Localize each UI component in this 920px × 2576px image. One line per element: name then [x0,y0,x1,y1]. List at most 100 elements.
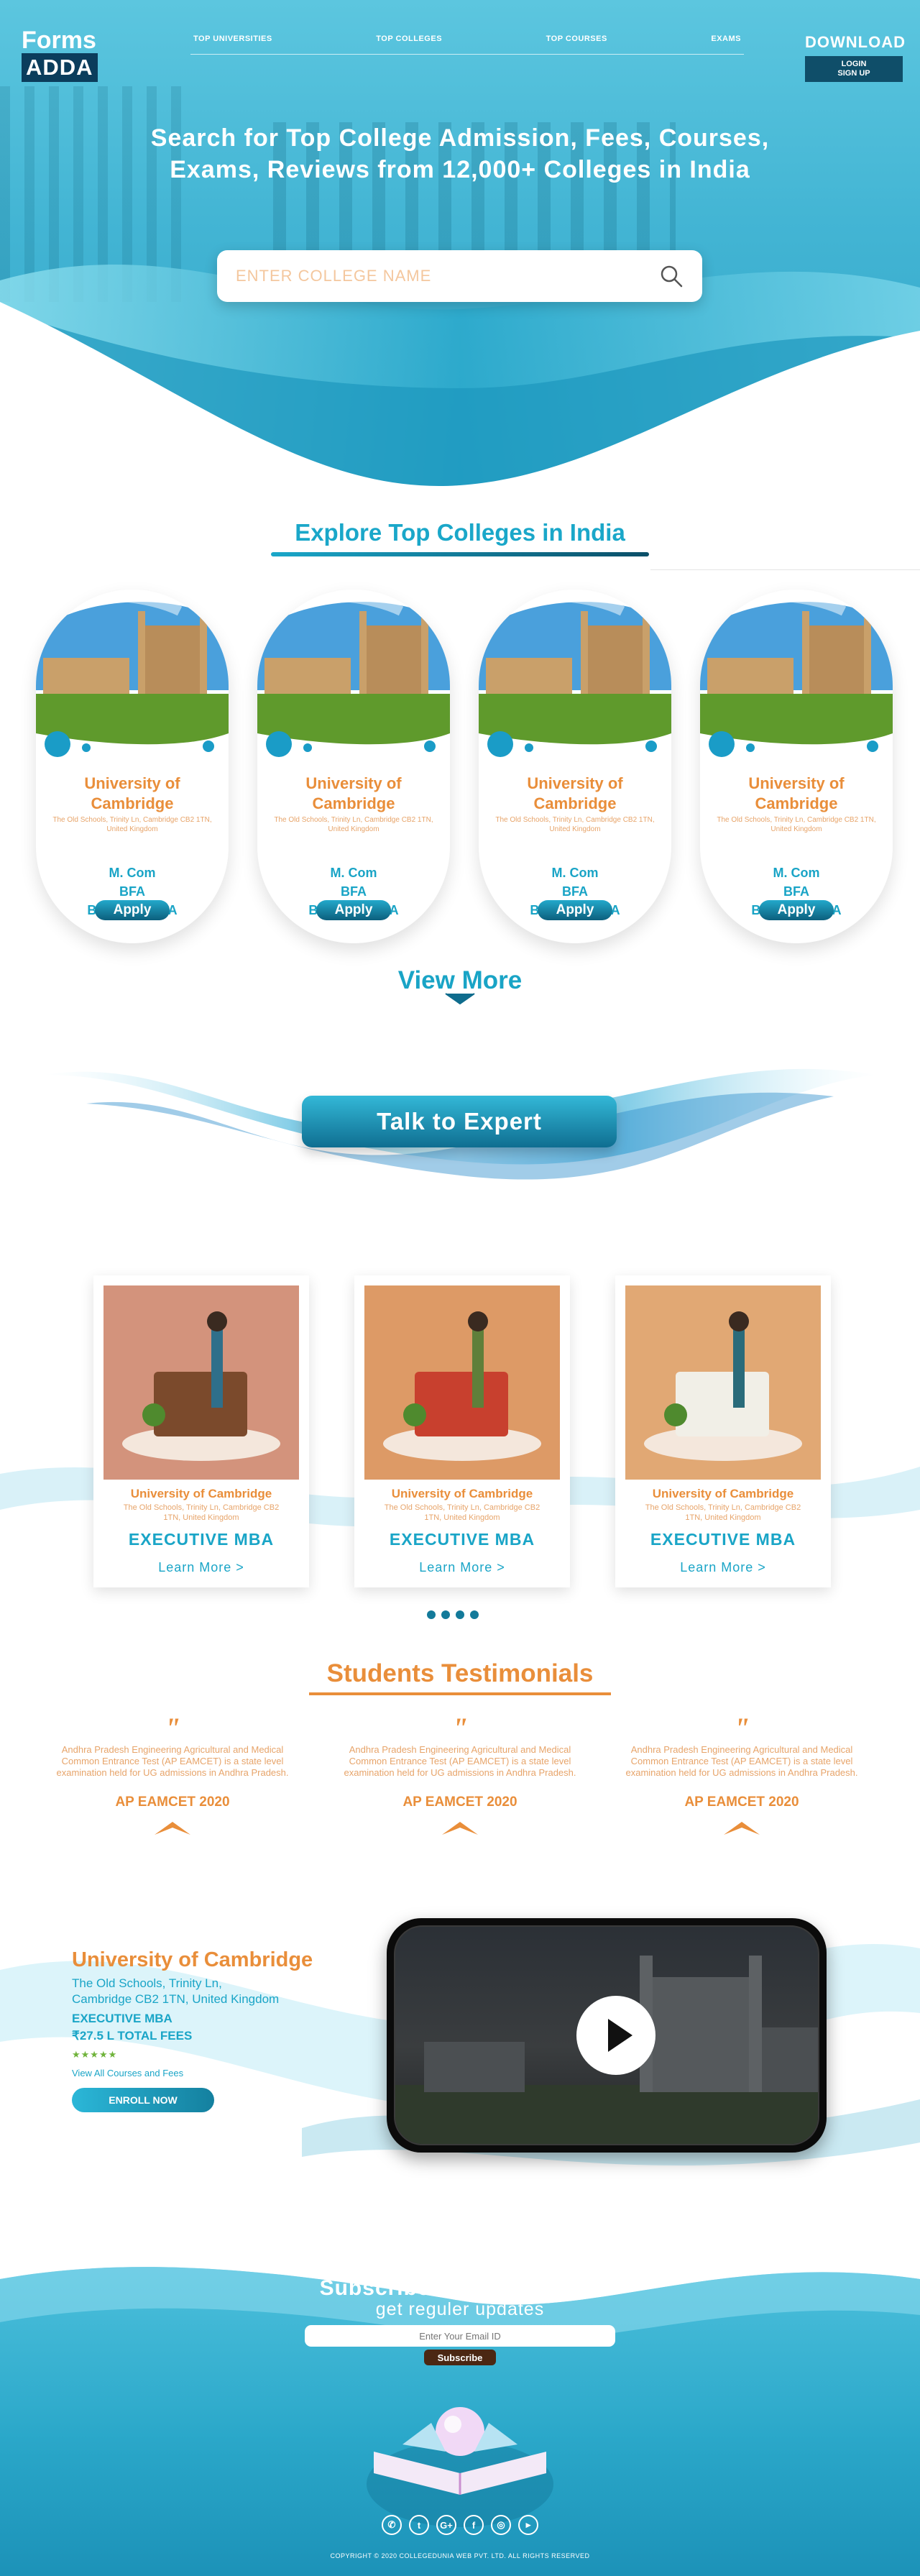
college-card-course[interactable]: BFA [257,884,450,899]
program-card[interactable]: University of Cambridge The Old Schools,… [93,1275,309,1587]
view-all-courses-link[interactable]: View All Courses and Fees [72,2068,183,2078]
testimonial-item: " Andhra Pradesh Engineering Agricultura… [43,1714,302,1840]
hero-title: Search for Top College Admission, Fees, … [0,122,920,185]
college-search-input[interactable] [236,267,659,285]
college-card[interactable]: University of Cambridge The Old Schools, … [36,590,229,943]
college-card[interactable]: University of Cambridge The Old Schools, … [479,590,671,943]
college-card-address: The Old Schools, Trinity Ln, Cambridge C… [52,816,212,833]
hero-title-line1: Search for Top College Admission, Fees, … [150,124,770,152]
apply-button[interactable]: Apply [316,900,391,920]
program-card[interactable]: University of Cambridge The Old Schools,… [615,1275,831,1587]
pagination-dot-3[interactable] [456,1610,464,1619]
quote-icon: " [164,1712,181,1744]
college-card-course[interactable]: M. Com [36,866,229,881]
testimonial-chevron[interactable] [331,1819,589,1840]
search-icon[interactable] [659,264,684,288]
newsletter-email-input[interactable] [305,2325,615,2347]
nav-top-colleges[interactable]: TOP COLLEGES [376,35,442,54]
college-card-title: University of Cambridge [305,774,402,812]
featured-program: EXECUTIVE MBA [72,2012,172,2025]
college-card[interactable]: University of Cambridge The Old Schools, … [700,590,893,943]
college-photo [257,590,450,762]
apply-button[interactable]: Apply [95,900,170,920]
facebook-icon[interactable]: f [464,2515,484,2535]
view-more-label: View More [397,966,523,994]
pagination-dot-2[interactable] [441,1610,450,1619]
featured-address-line2: Cambridge CB2 1TN, United Kingdom [72,1992,280,2006]
carousel-pagination [427,1610,479,1619]
college-card-course[interactable]: BFA [36,884,229,899]
featured-college-name: University of Cambridge [72,1948,313,1971]
featured-rating-stars: ★★★★★ [72,2049,118,2060]
apply-button[interactable]: Apply [759,900,834,920]
testimonial-name: AP EAMCET 2020 [115,1795,230,1810]
chevron-up-icon [442,1822,478,1835]
program-illustration [104,1285,299,1480]
logo[interactable]: Forms ADDA [22,27,122,82]
program-card[interactable]: University of Cambridge The Old Schools,… [354,1275,570,1587]
college-card-course[interactable]: M. Com [257,866,450,881]
subscribe-button[interactable]: Subscribe [424,2350,496,2365]
program-illustration [364,1285,560,1480]
logo-adda: ADDA [22,53,98,82]
program-card-title: University of Cambridge [391,1487,533,1500]
whatsapp-icon[interactable]: ✆ [382,2515,402,2535]
youtube-icon[interactable]: ▸ [518,2515,538,2535]
learn-more-link[interactable]: Learn More > [93,1560,309,1575]
video-thumbnail [394,1925,819,2145]
college-card-title: University of Cambridge [527,774,623,812]
nav-top-courses[interactable]: TOP COURSES [546,35,607,54]
college-card-course[interactable]: M. Com [700,866,893,881]
chevron-up-icon [155,1822,190,1835]
program-card-address: The Old Schools, Trinity Ln, Cambridge C… [123,1503,280,1522]
logo-forms: Forms [22,27,96,54]
program-card-program: EXECUTIVE MBA [128,1530,275,1549]
explore-underline [271,552,649,556]
college-photo [36,590,229,762]
login-link[interactable]: LOGIN [842,60,867,69]
testimonial-chevron[interactable] [43,1819,302,1840]
testimonial-name: AP EAMCET 2020 [684,1795,799,1810]
signup-link[interactable]: SIGN UP [837,69,870,78]
google-plus-icon[interactable]: G+ [436,2515,456,2535]
enroll-now-button[interactable]: ENROLL NOW [72,2088,214,2112]
play-button[interactable] [576,1996,656,2075]
video-player[interactable] [387,1918,827,2153]
auth-box: LOGIN SIGN UP [805,56,903,82]
book-illustration [367,2407,553,2527]
learn-more-link[interactable]: Learn More > [354,1560,570,1575]
college-card[interactable]: University of Cambridge The Old Schools, … [257,590,450,943]
explore-divider [650,569,920,570]
chevron-up-icon [724,1822,760,1835]
testimonial-item: " Andhra Pradesh Engineering Agricultura… [612,1714,871,1840]
college-search-bar [217,250,702,302]
testimonial-chevron[interactable] [612,1819,871,1840]
view-more-link[interactable]: View More [0,966,920,1005]
college-card-address: The Old Schools, Trinity Ln, Cambridge C… [495,816,655,833]
apply-button[interactable]: Apply [538,900,612,920]
twitter-icon[interactable]: t [409,2515,429,2535]
nav-top-universities[interactable]: TOP UNIVERSITIES [193,35,272,54]
pagination-dot-4[interactable] [470,1610,479,1619]
quote-icon: " [733,1712,750,1744]
play-icon [608,2019,632,2052]
pagination-dot-1[interactable] [427,1610,436,1619]
testimonial-item: " Andhra Pradesh Engineering Agricultura… [331,1714,589,1840]
program-card-program: EXECUTIVE MBA [650,1530,796,1549]
copyright-text: COPYRIGHT © 2020 COLLEGEDUNIA WEB PVT. L… [330,2552,590,2559]
newsletter-subtitle: get reguler updates [375,2299,545,2319]
college-card-course[interactable]: BFA [479,884,671,899]
college-card-course[interactable]: BFA [700,884,893,899]
nav-exams[interactable]: EXAMS [711,35,741,54]
college-photo [479,590,671,762]
learn-more-link[interactable]: Learn More > [615,1560,831,1575]
newsletter-title: Subscribe Our Newsletter [319,2276,601,2300]
program-card-address: The Old Schools, Trinity Ln, Cambridge C… [384,1503,540,1522]
testimonials-underline [309,1692,611,1695]
college-card-course[interactable]: M. Com [479,866,671,881]
download-link[interactable]: DOWNLOAD [805,33,906,52]
featured-address-line1: The Old Schools, Trinity Ln, [72,1976,222,1990]
testimonial-text: Andhra Pradesh Engineering Agricultural … [625,1744,858,1778]
instagram-icon[interactable]: ◎ [491,2515,511,2535]
talk-to-expert-button[interactable]: Talk to Expert [302,1096,617,1147]
